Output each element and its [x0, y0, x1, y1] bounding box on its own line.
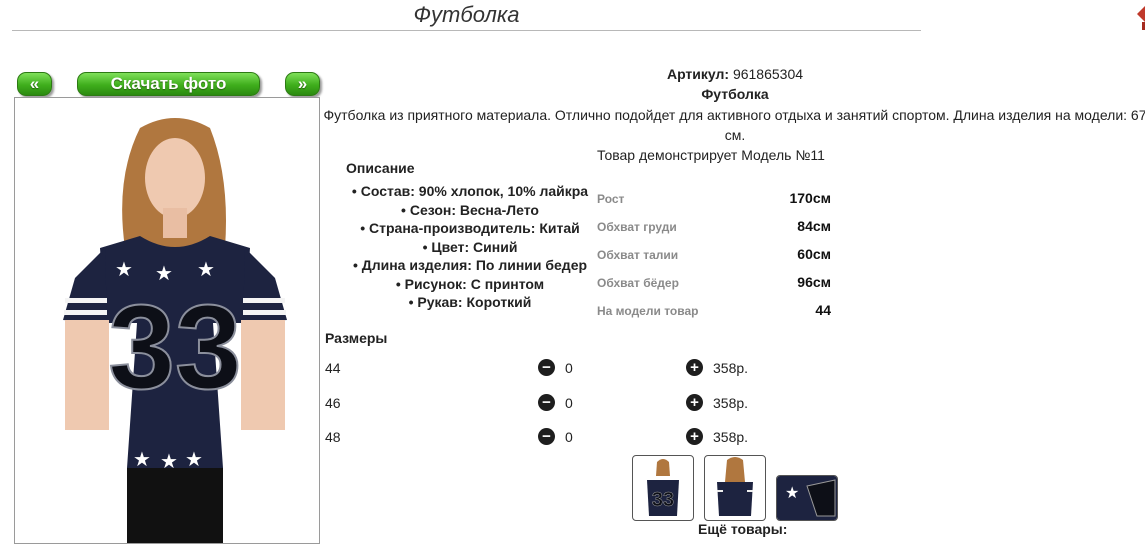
description-list: Состав: 90% хлопок, 10% лайкра Сезон: Ве… — [330, 182, 610, 312]
plus-circle-icon[interactable]: + — [686, 394, 703, 411]
model-param-value: 84см — [797, 218, 831, 234]
model-param-value: 96см — [797, 274, 831, 290]
minus-circle-icon[interactable]: − — [538, 359, 555, 376]
download-photo-button[interactable]: Скачать фото — [77, 72, 260, 96]
svg-text:33: 33 — [652, 489, 674, 511]
svg-text:★: ★ — [155, 261, 173, 285]
model-param-value: 60см — [797, 246, 831, 262]
photo-thumbnail-back[interactable] — [704, 455, 766, 521]
price-value: 358р. — [713, 429, 749, 445]
quantity-value: 0 — [565, 395, 573, 411]
svg-text:33: 33 — [108, 280, 241, 414]
sizes-heading: Размеры — [325, 330, 388, 346]
list-item: Страна-производитель: Китай — [330, 219, 610, 238]
size-row: 44 − 0 + 358р. — [325, 359, 755, 379]
model-param-row: На модели товар 44 — [597, 302, 831, 322]
model-param-label: Обхват талии — [597, 248, 679, 262]
minus-circle-icon[interactable]: − — [538, 394, 555, 411]
article-label: Артикул: — [666, 66, 730, 82]
prev-photo-button[interactable]: « — [17, 72, 52, 96]
list-item: Длина изделия: По линии бедер — [330, 256, 610, 275]
plus-circle-icon[interactable]: + — [686, 428, 703, 445]
article-line: Артикул: 961865304 — [320, 66, 1145, 82]
size-value: 46 — [325, 395, 341, 411]
photo-thumbnail-detail[interactable]: ★ — [776, 475, 838, 521]
list-item: Рисунок: С принтом — [330, 275, 610, 294]
quantity-value: 0 — [565, 429, 573, 445]
svg-text:★: ★ — [197, 257, 215, 281]
model-param-value: 170см — [789, 190, 831, 206]
title-divider — [12, 30, 921, 31]
model-param-label: Обхват бёдер — [597, 276, 679, 290]
model-heading: Товар демонстрирует Модель №11 — [597, 147, 825, 163]
more-products-label[interactable]: Ещё товары: — [698, 521, 787, 537]
close-icon[interactable] — [1133, 0, 1145, 34]
svg-text:★: ★ — [133, 447, 151, 471]
svg-text:★: ★ — [185, 447, 203, 471]
product-photo: 33 ★ ★ ★ ★ ★ ★ — [14, 97, 320, 544]
price-value: 358р. — [713, 395, 749, 411]
svg-text:★: ★ — [115, 257, 133, 281]
list-item: Рукав: Короткий — [330, 293, 610, 312]
model-param-label: Рост — [597, 192, 625, 206]
size-value: 44 — [325, 360, 341, 376]
model-param-row: Обхват груди 84см — [597, 218, 831, 238]
article-value: 961865304 — [732, 66, 804, 82]
plus-circle-icon[interactable]: + — [686, 359, 703, 376]
list-item: Состав: 90% хлопок, 10% лайкра — [330, 182, 610, 201]
price-value: 358р. — [713, 360, 749, 376]
photo-thumbnail-front[interactable]: 33 — [632, 455, 694, 521]
next-photo-button[interactable]: » — [285, 72, 320, 96]
model-param-row: Обхват талии 60см — [597, 246, 831, 266]
size-row: 46 − 0 + 358р. — [325, 394, 755, 414]
model-photo-image: 33 ★ ★ ★ ★ ★ ★ — [15, 98, 319, 543]
model-param-row: Рост 170см — [597, 190, 831, 210]
quantity-value: 0 — [565, 360, 573, 376]
size-value: 48 — [325, 429, 341, 445]
model-param-value: 44 — [815, 302, 831, 318]
page-title: Футболка — [413, 2, 520, 27]
minus-circle-icon[interactable]: − — [538, 428, 555, 445]
product-name: Футболка — [701, 86, 769, 102]
model-param-label: Обхват груди — [597, 220, 677, 234]
size-row: 48 − 0 + 358р. — [325, 428, 755, 448]
model-param-label: На модели товар — [597, 304, 699, 318]
model-param-row: Обхват бёдер 96см — [597, 274, 831, 294]
product-description: Футболка из приятного материала. Отлично… — [323, 107, 1145, 143]
description-heading: Описание — [346, 160, 415, 176]
svg-text:★: ★ — [785, 483, 799, 502]
list-item: Цвет: Синий — [330, 238, 610, 257]
list-item: Сезон: Весна-Лето — [330, 201, 610, 220]
